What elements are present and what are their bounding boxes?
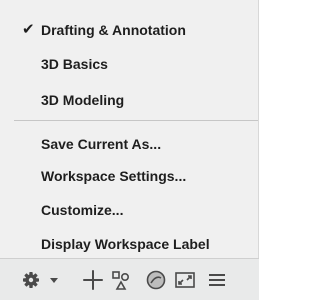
- menu-item-customize[interactable]: Customize...: [0, 194, 258, 226]
- menu-item-label: 3D Basics: [41, 56, 108, 72]
- status-bar: [0, 258, 259, 300]
- crosshair-icon[interactable]: [82, 269, 104, 291]
- customization-menu-icon[interactable]: [206, 269, 228, 291]
- menu-item-display-workspace-label[interactable]: Display Workspace Label: [0, 228, 258, 260]
- menu-item-label: 3D Modeling: [41, 92, 125, 108]
- checkmark-icon: ✔: [22, 21, 35, 38]
- menu-item-save-current-as[interactable]: Save Current As...: [0, 128, 258, 160]
- isolate-objects-icon[interactable]: [110, 269, 132, 291]
- menu-item-workspace-settings[interactable]: Workspace Settings...: [0, 160, 258, 192]
- gear-icon[interactable]: [20, 269, 42, 291]
- menu-item-3d-modeling[interactable]: 3D Modeling: [0, 84, 258, 116]
- menu-item-label: Display Workspace Label: [41, 236, 210, 252]
- menu-item-label: Drafting & Annotation: [41, 22, 186, 38]
- menu-item-label: Workspace Settings...: [41, 168, 187, 184]
- menu-separator: [14, 120, 258, 121]
- menu-item-drafting-annotation[interactable]: ✔ Drafting & Annotation: [0, 14, 258, 46]
- menu-item-label: Customize...: [41, 202, 124, 218]
- hardware-acceleration-icon[interactable]: [145, 269, 167, 291]
- chevron-down-icon[interactable]: [48, 269, 60, 291]
- clean-screen-icon[interactable]: [174, 269, 196, 291]
- menu-item-3d-basics[interactable]: 3D Basics: [0, 48, 258, 80]
- workspace-menu: ✔ Drafting & Annotation 3D Basics 3D Mod…: [0, 0, 259, 258]
- menu-item-label: Save Current As...: [41, 136, 162, 152]
